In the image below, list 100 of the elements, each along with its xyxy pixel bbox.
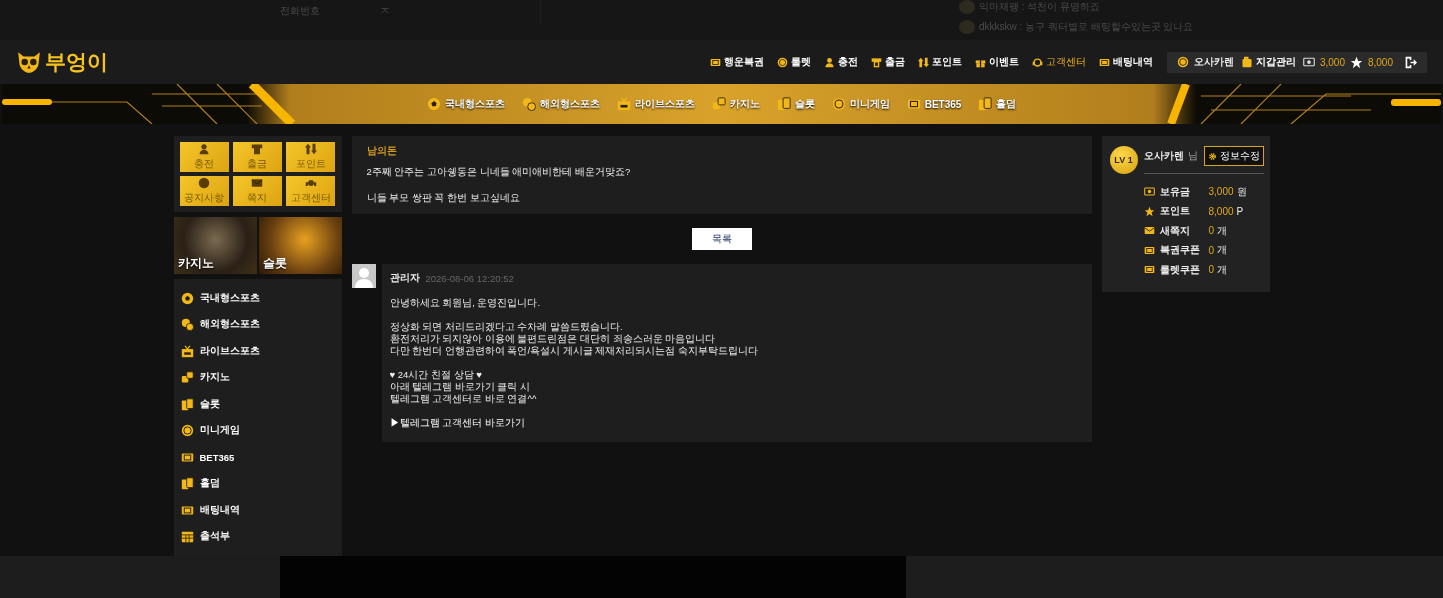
- mail-icon: [1143, 225, 1155, 237]
- stat-unit: P: [1236, 205, 1244, 217]
- ball-icon: [180, 291, 194, 305]
- promo-tile[interactable]: 카지노: [173, 217, 257, 274]
- dice-icon: [711, 97, 726, 111]
- user-name: 오사카렌: [1193, 55, 1234, 69]
- top-menu-link[interactable]: 룰렛: [776, 55, 811, 69]
- cards-icon: [180, 397, 194, 411]
- side-menu-item[interactable]: 해외형스포츠: [180, 311, 335, 338]
- post-text: 2주째 안주는 고아쉥동은 니네들 애미애비한테 배운거맞죠?: [366, 166, 632, 179]
- stat-value: 3,000: [1208, 186, 1234, 198]
- stat-unit: 개: [1217, 223, 1228, 238]
- top-menu-link[interactable]: 포인트: [917, 55, 962, 69]
- top-menu-link[interactable]: 출금: [870, 55, 905, 69]
- comment-date: 2026-08-06 12:20:52: [425, 273, 514, 284]
- stat-unit: 개: [1217, 262, 1228, 277]
- stat-value: 8,000: [1208, 205, 1234, 217]
- quick-button[interactable]: 공지사항: [179, 176, 229, 206]
- side-menu-item[interactable]: 슬롯: [180, 391, 335, 418]
- side-menu-item[interactable]: 국내형스포츠: [180, 285, 335, 312]
- dice-icon: [180, 371, 194, 385]
- honorific: 님: [1187, 149, 1198, 163]
- coin-icon: [776, 56, 788, 68]
- points-amount: 8,000: [1367, 56, 1393, 68]
- stat-value: 0: [1208, 264, 1215, 276]
- coin-icon: [1176, 56, 1189, 68]
- stat-label: 새쪽지: [1159, 223, 1191, 238]
- comment-text: 안녕하세요 회원님, 운영진입니다.: [389, 297, 542, 309]
- post-text: 니들 부모 쌍판 꼭 한번 보고싶네요: [366, 192, 521, 205]
- side-menu-item[interactable]: 라이브스포츠: [180, 338, 335, 365]
- side-menu-item[interactable]: 배팅내역: [180, 497, 335, 524]
- avatar: [959, 0, 975, 14]
- logo[interactable]: 부엉이: [16, 48, 108, 76]
- arrows-icon: [917, 56, 929, 68]
- avatar: [959, 20, 975, 34]
- ticket-icon: [180, 450, 194, 464]
- mail-icon: [251, 177, 264, 189]
- ticket-icon: [1098, 56, 1110, 68]
- wallet-link[interactable]: 지갑관리: [1240, 55, 1296, 69]
- money-amount: 3,000: [1319, 56, 1345, 68]
- chips-icon: [521, 97, 536, 111]
- tv-icon: [180, 344, 194, 358]
- cards-icon: [978, 97, 993, 111]
- arrows-icon: [304, 143, 317, 155]
- ticket-icon: [906, 97, 921, 111]
- logout-icon: [1404, 55, 1417, 69]
- wallet-icon: [1240, 56, 1253, 68]
- ticket-icon: [1143, 264, 1155, 276]
- stat-label: 보유금: [1159, 184, 1191, 199]
- star-icon: [1349, 55, 1363, 69]
- logout-button[interactable]: [1404, 55, 1417, 69]
- side-menu-item[interactable]: BET365: [180, 444, 335, 471]
- comment-text: 다만 한번더 언행관련하여 폭언/욕설시 게시글 제재처리되시는점 숙지부탁드립니다: [389, 345, 759, 357]
- side-menu-item[interactable]: 카지노: [180, 364, 335, 391]
- gear-icon: [1207, 151, 1217, 161]
- stat-value: 0: [1208, 244, 1215, 256]
- promo-tile[interactable]: 슬롯: [258, 217, 342, 274]
- top-menu-link[interactable]: 행운복권: [709, 55, 764, 69]
- stat-label: 룰렛쿠폰: [1159, 262, 1201, 277]
- level-badge: LV 1: [1109, 146, 1138, 174]
- list-button[interactable]: 목록: [691, 228, 752, 250]
- star-icon: [1143, 205, 1155, 217]
- calendar-icon: [180, 530, 194, 544]
- cash-icon: [1302, 56, 1315, 68]
- tv-icon: [616, 97, 631, 111]
- top-menu-link[interactable]: 배팅내역: [1098, 55, 1153, 69]
- chips-icon: [180, 318, 194, 332]
- top-menu-link[interactable]: 충전: [823, 55, 858, 69]
- coin-icon: [831, 97, 846, 111]
- comment-text: 정상화 되면 처리드리겠다고 수차례 말씀드렸습니다.: [389, 321, 624, 333]
- avatar: [351, 264, 376, 288]
- ball-icon: [426, 97, 441, 111]
- side-menu-item[interactable]: 미니게임: [180, 417, 335, 444]
- person-icon: [823, 56, 835, 68]
- ticket-icon: [180, 503, 194, 517]
- top-menu-link[interactable]: 고객센터: [1031, 55, 1086, 69]
- edit-profile-button[interactable]: 정보수정: [1203, 146, 1264, 166]
- stat-label: 포인트: [1159, 204, 1191, 219]
- comment-text: ♥ 24시간 친절 상담 ♥: [389, 369, 483, 381]
- comment-text: 텔레그램 고객센터로 바로 연결^^: [389, 393, 538, 405]
- cards-icon: [776, 97, 791, 111]
- ticket-icon: [1143, 244, 1155, 256]
- cards-icon: [180, 477, 194, 491]
- stat-label: 복권쿠폰: [1159, 243, 1201, 258]
- comment-text: 환전처리가 되지않아 이용에 불편드린점은 대단히 죄송스러운 마음입니다: [389, 333, 717, 345]
- user-name: 오사카렌: [1143, 149, 1184, 163]
- side-menu-item[interactable]: 홀덤: [180, 470, 335, 497]
- post-title: 남의돈: [366, 144, 398, 158]
- top-menu-link[interactable]: 이벤트: [974, 55, 1019, 69]
- comment-author: 관리자: [389, 272, 420, 285]
- stat-unit: 개: [1217, 243, 1228, 258]
- stat-value: 0: [1208, 225, 1215, 237]
- cash-icon: [1143, 186, 1155, 198]
- side-menu-item[interactable]: 출석부: [180, 523, 335, 550]
- comment-text: 아래 텔레그램 바로가기 클릭 시: [389, 381, 532, 393]
- person-icon: [198, 143, 211, 155]
- coin-icon: [180, 424, 194, 438]
- ticket-icon: [709, 56, 721, 68]
- telegram-link[interactable]: ▶텔레그램 고객센터 바로가기: [389, 417, 525, 430]
- stat-unit: 원: [1236, 184, 1247, 199]
